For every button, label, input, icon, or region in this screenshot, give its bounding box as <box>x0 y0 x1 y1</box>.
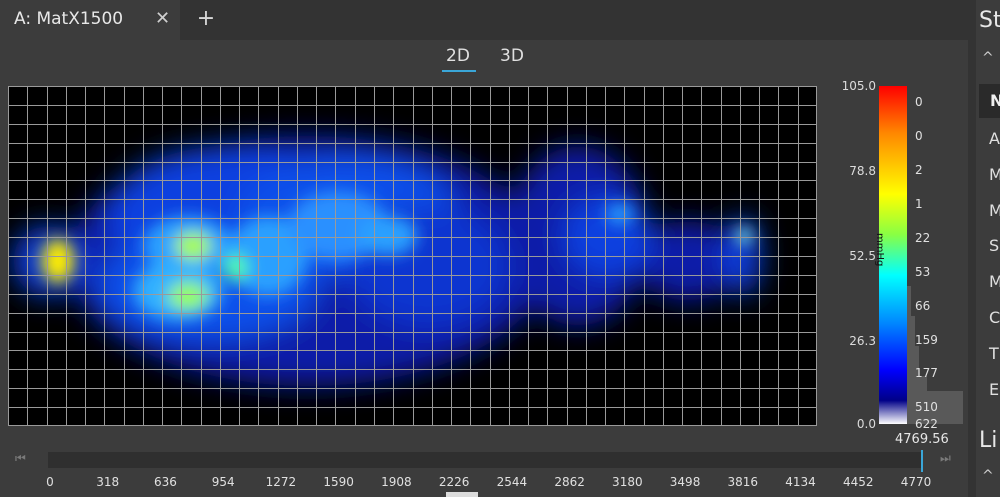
histogram-count: 510 <box>915 400 938 414</box>
stats-row: C <box>989 308 1000 327</box>
histogram-count: 66 <box>915 299 931 313</box>
stats-row: A <box>989 129 1000 148</box>
active-tab-indicator <box>442 70 476 72</box>
panel-divider[interactable] <box>968 0 976 497</box>
stats-panel-title: St <box>979 8 1000 33</box>
timeline-tick-label: 2226 <box>438 475 470 489</box>
histogram-count: 177 <box>915 366 938 380</box>
histogram-bar <box>907 286 911 316</box>
scale-unit-label: mmHg <box>874 233 885 267</box>
stats-row: E <box>989 380 1000 399</box>
tab-3d[interactable]: 3D <box>500 46 524 66</box>
add-tab-button[interactable]: + <box>193 6 219 34</box>
timeline-tick-label: 1272 <box>265 475 297 489</box>
histogram-count: 22 <box>915 231 931 245</box>
histogram-count: 1 <box>915 197 923 211</box>
timeline-tick-label: 2544 <box>496 475 528 489</box>
tab-label: A: MatX1500 <box>14 9 124 29</box>
histogram-count: 0 <box>915 95 923 109</box>
timeline-tick-label: 2862 <box>554 475 585 489</box>
histogram-count: 2 <box>915 163 923 177</box>
histogram-bar <box>907 316 915 346</box>
histogram-count: 622 <box>915 417 938 431</box>
scale-axis-label: 0.0 <box>856 417 876 431</box>
timeline-tick-label: 4134 <box>785 475 816 489</box>
histogram-count: 0 <box>915 129 923 143</box>
pressure-heatmap[interactable] <box>8 86 817 426</box>
scale-axis-label: 78.8 <box>849 164 876 178</box>
close-icon[interactable]: ✕ <box>155 8 170 29</box>
stats-row: M <box>989 272 1000 291</box>
timeline-cursor[interactable] <box>921 450 923 472</box>
timeline-tick-label: 954 <box>211 475 235 489</box>
stats-row: M <box>989 201 1000 220</box>
tab-bar: A: MatX1500 ✕ + <box>0 0 968 40</box>
timeline-tick-label: 1908 <box>381 475 412 489</box>
skip-start-icon[interactable]: ⏮ <box>15 451 26 466</box>
timeline-tick-label: 3816 <box>727 475 759 489</box>
chevron-up-icon[interactable]: ^ <box>982 468 994 484</box>
stats-row: S <box>989 236 1000 255</box>
histogram-count: 53 <box>915 265 931 279</box>
scale-axis-label: 52.5 <box>849 249 876 263</box>
app-window: A: MatX1500 ✕ + 2D 3D 105.0 78.8 52.5 26… <box>0 0 1000 497</box>
timeline-tick-label: 4770 <box>900 475 932 489</box>
skip-end-icon[interactable]: ⏭ <box>940 451 951 466</box>
stats-row: M <box>989 165 1000 184</box>
timeline-tick-label: 318 <box>96 475 120 489</box>
timeline-tick-label: 636 <box>154 475 177 489</box>
timeline-tick-label: 4452 <box>842 475 874 489</box>
tab-2d[interactable]: 2D <box>446 46 470 66</box>
stats-panel: St ^ N A M M S M C T E Li ^ <box>976 0 1000 497</box>
timeline-tick-label: 3498 <box>669 475 701 489</box>
histogram-count: 159 <box>915 333 938 347</box>
heatmap-canvas <box>8 86 817 426</box>
chevron-up-icon[interactable]: ^ <box>982 50 994 66</box>
stats-header-label: N <box>990 91 1000 110</box>
timeline-tick-label: 3180 <box>612 475 643 489</box>
scale-axis-label: 105.0 <box>841 79 876 93</box>
timeline-tick-label: 1590 <box>323 475 354 489</box>
list-panel-title: Li <box>979 428 998 453</box>
scale-axis-label: 26.3 <box>849 334 876 348</box>
timeline-tick-label: 0 <box>46 475 54 489</box>
timeline-selection-marker <box>446 492 478 497</box>
tab-matx1500[interactable]: A: MatX1500 ✕ <box>0 0 180 40</box>
stats-row: T <box>989 344 999 363</box>
timeline-track[interactable] <box>48 452 922 468</box>
stats-table-header: N <box>979 84 1000 118</box>
current-frame-value: 4769.56 <box>895 432 949 447</box>
